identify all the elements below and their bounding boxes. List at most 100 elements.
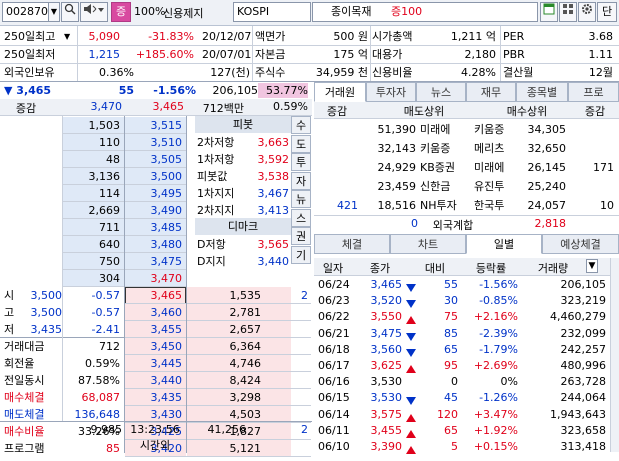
daily-date: 06/22 (318, 310, 350, 324)
ob-header-ask: 3,470 (90, 100, 123, 113)
down-arrow-icon (406, 346, 416, 357)
dan-button[interactable]: 단 (597, 2, 617, 22)
broker-buy-name[interactable]: 한국투 (474, 196, 504, 215)
volume-value: 206,105 (212, 84, 259, 97)
ask-price[interactable]: 3,505 (125, 151, 186, 168)
bid-price[interactable]: 3,445 (125, 355, 186, 372)
side-tab[interactable]: 스 (291, 208, 311, 227)
grid-icon[interactable] (559, 2, 577, 22)
stock-code-input[interactable]: 002870 (2, 2, 50, 22)
broker-buy-name[interactable]: 유진투 (474, 177, 504, 196)
daily-volume: 244,064 (560, 391, 607, 405)
side-tab[interactable]: 기 (291, 245, 311, 264)
speaker-icon[interactable] (80, 2, 108, 22)
bid-qty: 2,657 (187, 321, 291, 338)
broker-sell-name[interactable]: 키움증 (420, 139, 450, 158)
ask-price[interactable]: 3,510 (125, 134, 186, 151)
daily-close: 3,520 (370, 294, 403, 308)
high250-rate: -31.83% (148, 30, 194, 43)
side-tab[interactable]: 수 (291, 116, 311, 134)
daily-date: 06/15 (318, 391, 350, 405)
dropdown-icon[interactable]: ▼ (64, 28, 70, 46)
daily-date: 06/18 (318, 342, 350, 356)
broker-col-header: 증감 매도상위 매수상위 증감 (314, 102, 619, 119)
up-arrow-icon (406, 411, 416, 422)
daily-scrollbar[interactable] (610, 258, 619, 452)
after-hours-label[interactable]: 시간외 (126, 437, 184, 453)
daily-volume: 313,418 (560, 440, 607, 453)
daily-tab[interactable]: 차트 (390, 234, 466, 254)
percent-label[interactable]: 100% (134, 5, 165, 18)
daily-diff: 120 (437, 407, 458, 421)
daily-date: 06/24 (318, 278, 350, 291)
stat-label: 매수체결 (4, 391, 45, 404)
broker-sell-name[interactable]: 신한금 (420, 177, 450, 196)
bid-price[interactable]: 3,435 (125, 389, 186, 406)
bid-price[interactable]: 3,450 (125, 338, 186, 355)
daily-close: 3,390 (370, 440, 403, 453)
gear-icon[interactable] (578, 2, 596, 22)
bid-price[interactable]: 3,465 (125, 287, 186, 304)
broker-sell-chg (314, 120, 358, 139)
broker-buy-name[interactable]: 키움증 (474, 120, 504, 139)
search-icon[interactable] (61, 2, 79, 22)
daily-rate: +2.16% (473, 310, 518, 324)
broker-tab[interactable]: 프로 (568, 82, 619, 102)
side-tab[interactable]: 도 (291, 134, 311, 153)
broker-sell-name[interactable]: NH투자 (420, 196, 457, 215)
ask-qty: 114 (63, 185, 124, 202)
ask-price[interactable]: 3,470 (125, 270, 186, 287)
ask-price[interactable]: 3,480 (125, 236, 186, 253)
side-tab[interactable]: 자 (291, 171, 311, 190)
bid-price[interactable]: 3,455 (125, 321, 186, 338)
daily-panel: 체결 차트 일별 예상체결 일자 종가 대비 등락률 거래량 ▼ 06/24 3,465… (314, 234, 619, 456)
shares-value: 34,959 천 (315, 66, 368, 79)
ask-price[interactable]: 3,490 (125, 202, 186, 219)
daily-tab[interactable]: 체결 (314, 234, 390, 254)
daily-tab[interactable]: 예상체결 (542, 234, 619, 254)
bid-price[interactable]: 3,460 (125, 304, 186, 321)
ob-header-amount-rate: 0.59% (273, 100, 308, 113)
column-dropdown-icon[interactable]: ▼ (586, 259, 598, 273)
window-icon[interactable] (540, 2, 558, 22)
high250-label: 250일최고 (4, 30, 56, 43)
down-arrow-icon (406, 281, 416, 292)
capital-value: 175 억 (333, 48, 368, 61)
broker-tab[interactable]: 종목별 (516, 82, 568, 102)
stock-name-field: 종이목재 증100 (312, 2, 538, 22)
status-label: 신용제지 (163, 7, 204, 20)
daily-date: 06/17 (318, 359, 350, 372)
daily-diff: 95 (444, 359, 458, 372)
daily-volume: 232,099 (560, 326, 607, 340)
broker-tab[interactable]: 뉴스 (416, 82, 466, 102)
side-tab[interactable]: 뉴 (291, 190, 311, 208)
broker-sell-qty: 32,143 (377, 142, 417, 155)
daily-col-close: 종가 (369, 262, 391, 275)
broker-tab[interactable]: 재무 (466, 82, 516, 102)
broker-buy-name[interactable]: 메리츠 (474, 139, 504, 158)
broker-sell-name[interactable]: 미래에 (420, 120, 450, 139)
ask-price[interactable]: 3,485 (125, 219, 186, 236)
side-tab[interactable]: 권 (291, 227, 311, 245)
daily-close: 3,560 (370, 342, 403, 356)
broker-buy-name[interactable]: 미래에 (474, 158, 504, 177)
side-tab[interactable]: 투 (291, 153, 311, 171)
daily-date: 06/21 (318, 326, 350, 340)
ask-price[interactable]: 3,495 (125, 185, 186, 202)
broker-sell-qty: 24,929 (377, 161, 417, 174)
broker-tab[interactable]: 투자자 (366, 82, 416, 102)
daily-rate: -1.56% (479, 278, 518, 291)
ask-price[interactable]: 3,475 (125, 253, 186, 270)
broker-tab[interactable]: 거래원 (314, 82, 366, 102)
ob-header-amount: 712백만 (202, 102, 244, 115)
broker-sell-name[interactable]: KB증권 (420, 158, 455, 177)
daily-diff: 75 (444, 310, 458, 324)
code-dropdown-button[interactable]: ▼ (48, 2, 60, 22)
ask-price[interactable]: 3,515 (125, 117, 186, 134)
daily-volume: 263,728 (560, 375, 607, 389)
daily-tab[interactable]: 일별 (466, 234, 542, 254)
daily-volume: 323,658 (560, 423, 607, 437)
bid-price[interactable]: 3,440 (125, 372, 186, 389)
ask-price[interactable]: 3,500 (125, 168, 186, 185)
stat-value: 68,087 (81, 391, 121, 404)
